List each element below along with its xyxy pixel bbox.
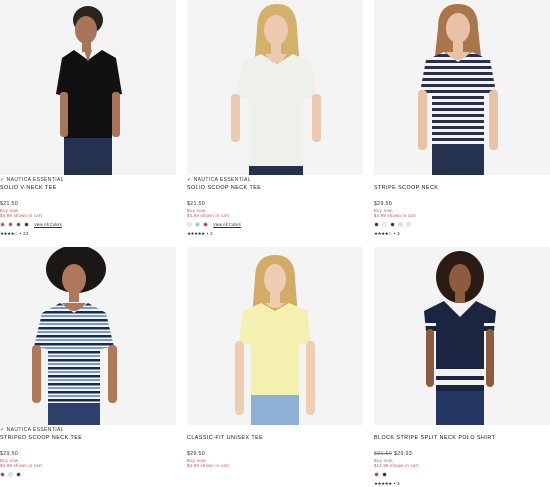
product-grid: ✓ NAUTICA ESSENTIAL SOLID V-NECK TEE $21.… (0, 0, 550, 487)
product-name[interactable]: STRIPE SCOOP NECK (374, 185, 550, 192)
product-name[interactable]: STRIPED SCOOP NECK TEE (0, 435, 176, 442)
color-swatches (0, 470, 176, 478)
product-image[interactable] (187, 247, 363, 425)
star-rating-icon: ★★★★★ (187, 230, 205, 236)
color-swatch[interactable] (390, 221, 395, 227)
check-icon: ✓ (187, 177, 192, 183)
model-photo (0, 247, 176, 425)
brand-label: ✓ NAUTICA ESSENTIAL (187, 177, 251, 183)
rating[interactable]: ★★★★☆ • 3 (374, 230, 550, 237)
product-name[interactable]: CLASSIC-FIT UNISEX TEE (187, 435, 363, 442)
promo-line: $4.99 shown in cart (187, 213, 230, 218)
color-swatch[interactable] (0, 471, 5, 477)
product-name[interactable]: SOLID SCOOP NECK TEE (187, 185, 363, 192)
model-photo (0, 0, 176, 175)
product-price: $29.50 (187, 451, 206, 457)
brand-label: ✓ NAUTICA ESSENTIAL (0, 177, 64, 183)
brand-label: ✓ NAUTICA ESSENTIAL (0, 427, 64, 433)
color-swatches: View All Colors (0, 220, 176, 228)
product-image[interactable] (187, 0, 363, 175)
color-swatch[interactable] (0, 221, 5, 227)
color-swatch[interactable] (374, 221, 379, 227)
color-swatch[interactable] (406, 221, 411, 227)
promo-line: $4.99 shown in cart (187, 463, 230, 468)
rating-count: • 3 (393, 481, 400, 486)
star-rating-icon: ★★★★☆ (374, 230, 392, 236)
color-swatch[interactable] (398, 221, 403, 227)
check-icon: ✓ (0, 177, 5, 183)
color-swatch[interactable] (24, 221, 29, 227)
model-photo (187, 0, 363, 175)
promo-line: $4.99 shown in cart (0, 463, 43, 468)
color-swatch[interactable] (8, 471, 13, 477)
product-price: $29.50 (374, 201, 393, 207)
view-all-colors-link[interactable]: View All Colors (34, 222, 62, 227)
promo-line: $4.99 shown in cart (374, 213, 417, 218)
rating[interactable]: ★★★★☆ • 23 (0, 230, 176, 237)
product-name[interactable]: BLOCK STRIPE SPLIT NECK POLO SHIRT (374, 435, 550, 442)
product-image[interactable] (0, 247, 176, 425)
rating-count: • 3 (393, 231, 400, 236)
star-rating-icon: ★★★★★ (374, 480, 392, 486)
view-all-colors-link[interactable]: View All Colors (213, 222, 241, 227)
product-image[interactable] (0, 0, 176, 175)
rating[interactable]: ★★★★★ • 3 (187, 230, 363, 237)
color-swatch[interactable] (382, 221, 387, 227)
rating-count: • 23 (19, 231, 29, 236)
check-icon: ✓ (0, 427, 5, 433)
color-swatch[interactable] (16, 221, 21, 227)
color-swatch[interactable] (187, 221, 192, 227)
color-swatch[interactable] (203, 221, 208, 227)
product-price: $21.50 (0, 201, 19, 207)
brand-label (374, 177, 550, 184)
sale-price: $29.93 (394, 451, 413, 457)
rating[interactable]: ★★★★★ • 3 (374, 480, 550, 487)
brand-label (187, 427, 363, 434)
product-price: $29.50 (0, 451, 19, 457)
promo-line: $4.99 shown in cart (0, 213, 43, 218)
model-photo (374, 247, 550, 425)
promo-line: $14.99 shown in cart (374, 463, 419, 468)
color-swatches (374, 470, 550, 478)
product-image[interactable] (374, 0, 550, 175)
star-rating-icon: ★★★★☆ (0, 230, 18, 236)
product-image[interactable] (374, 247, 550, 425)
rating-count: • 3 (206, 231, 213, 236)
color-swatch[interactable] (382, 471, 387, 477)
color-swatch[interactable] (195, 221, 200, 227)
color-swatches (374, 220, 550, 228)
model-photo (374, 0, 550, 175)
model-photo (187, 247, 363, 425)
color-swatch[interactable] (8, 221, 13, 227)
color-swatch[interactable] (374, 471, 379, 477)
product-name[interactable]: SOLID V-NECK TEE (0, 185, 176, 192)
brand-label (374, 427, 550, 434)
original-price: $91.50 (374, 451, 393, 457)
color-swatches: View All Colors (187, 220, 363, 228)
product-price: $21.50 (187, 201, 206, 207)
product-price: $91.50 $29.93 (374, 451, 550, 458)
color-swatch[interactable] (16, 471, 21, 477)
